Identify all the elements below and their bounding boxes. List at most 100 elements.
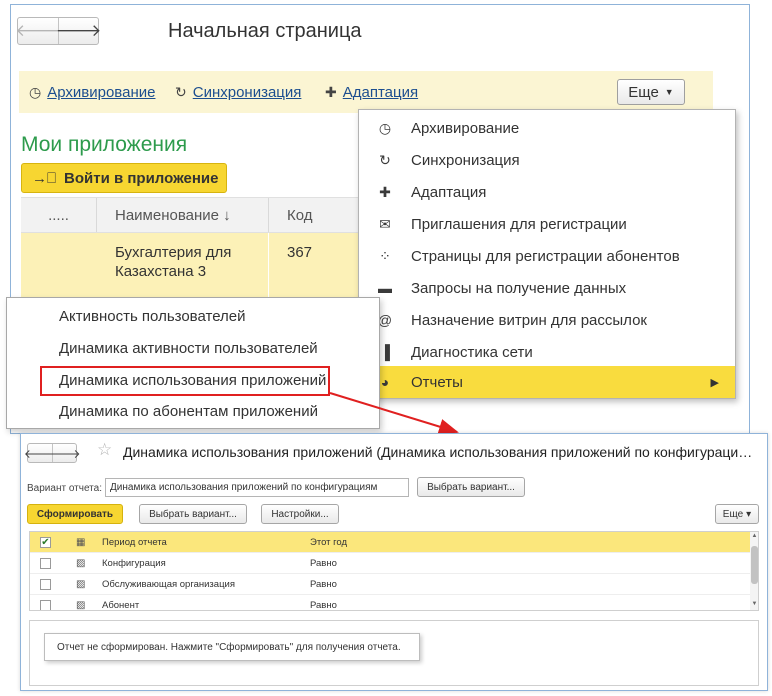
- submenu-item-subscriber-dynamics[interactable]: Динамика по абонентам приложений: [59, 403, 318, 420]
- report-more-button[interactable]: Еще ▾: [715, 504, 759, 524]
- table-row[interactable]: ▨ Конфигурация Равно: [30, 553, 752, 574]
- favorite-star-icon[interactable]: ☆: [97, 440, 112, 460]
- setting-name: Конфигурация: [102, 557, 166, 569]
- envelope-icon: ✉: [379, 215, 391, 232]
- report-nav-buttons: 🡐 🡒: [24, 443, 81, 463]
- table-row[interactable]: ✔ ▦ Период отчета Этот год: [30, 532, 752, 553]
- table-row[interactable]: ▨ Абонент Равно: [30, 595, 752, 611]
- menu-item-label: Диагностика сети: [411, 343, 533, 361]
- more-dropdown-menu: ◷ Архивирование ↻ Синхронизация ✚ Адапта…: [358, 109, 736, 399]
- report-window: 🡐 🡒 ☆ Динамика использования приложений …: [20, 433, 768, 691]
- filter-icon: ▨: [76, 599, 86, 611]
- column-header-code[interactable]: Код: [269, 198, 361, 232]
- arrow-right-icon: 🡒: [55, 21, 102, 40]
- sync-link-label: Синхронизация: [192, 84, 302, 101]
- column-header-name[interactable]: Наименование ↓: [97, 198, 269, 232]
- command-bar: ◷ Архивирование ↻ Синхронизация ✚ Адапта…: [19, 71, 713, 113]
- setting-name: Обслуживающая организация: [102, 578, 235, 590]
- setting-name: Абонент: [102, 599, 140, 611]
- chat-icon: ▬: [378, 280, 392, 296]
- column-header-marker[interactable]: .....: [21, 198, 97, 232]
- menu-item-adaptation[interactable]: ✚ Адаптация: [359, 176, 735, 208]
- table-row[interactable]: ▨ Обслуживающая организация Равно: [30, 574, 752, 595]
- submenu-arrow-icon: ▶: [710, 376, 719, 389]
- puzzle-icon: ✚: [379, 183, 391, 200]
- adaptation-link-label: Адаптация: [342, 84, 419, 101]
- setting-value[interactable]: Равно: [310, 600, 337, 611]
- row-name-cell: Бухгалтерия для Казахстана 3: [97, 233, 269, 303]
- table-header: ..... Наименование ↓ Код: [21, 197, 361, 233]
- menu-item-network-diagnostics[interactable]: ▐ Диагностика сети: [359, 336, 735, 368]
- scrollbar[interactable]: ▲ ▼: [750, 532, 758, 610]
- puzzle-icon: ✚: [325, 84, 337, 100]
- menu-item-reports[interactable]: ◕ Отчеты ▶: [359, 366, 735, 398]
- calendar-icon: ▦: [76, 536, 86, 548]
- chevron-down-icon: ▼: [664, 87, 674, 97]
- submenu-item-user-activity[interactable]: Активность пользователей: [59, 308, 246, 325]
- table-row[interactable]: Бухгалтерия для Казахстана 3 367: [21, 233, 361, 303]
- report-result-area: Отчет не сформирован. Нажмите "Сформиров…: [29, 620, 759, 686]
- report-more-label: Еще: [722, 508, 744, 520]
- back-button[interactable]: 🡐: [15, 18, 61, 44]
- row-marker-cell: [21, 233, 97, 303]
- sync-link[interactable]: ↻ Синхронизация: [175, 84, 301, 101]
- setting-value[interactable]: Этот год: [310, 537, 347, 548]
- variant-label: Вариант отчета:: [27, 483, 102, 494]
- checkbox[interactable]: [40, 557, 51, 569]
- section-title: Мои приложения: [21, 133, 188, 156]
- adaptation-link[interactable]: ✚ Адаптация: [325, 84, 418, 101]
- scroll-down-icon[interactable]: ▼: [750, 601, 758, 607]
- menu-item-label: Адаптация: [411, 183, 487, 201]
- chevron-down-icon: ▾: [746, 508, 752, 520]
- scroll-thumb[interactable]: [751, 546, 758, 584]
- nodes-icon: ⁘: [379, 247, 391, 264]
- choose-variant-top-button[interactable]: Выбрать вариант...: [417, 477, 525, 497]
- checkbox[interactable]: [40, 599, 51, 610]
- arrow-right-icon: 🡒: [48, 446, 81, 461]
- enter-app-button[interactable]: →⎕ Войти в приложение: [21, 163, 227, 193]
- submenu-item-user-activity-dynamics[interactable]: Динамика активности пользователей: [59, 340, 318, 357]
- menu-item-sync[interactable]: ↻ Синхронизация: [359, 144, 735, 176]
- more-button[interactable]: Еще ▼: [617, 79, 685, 105]
- report-notice: Отчет не сформирован. Нажмите "Сформиров…: [44, 633, 420, 661]
- menu-item-label: Страницы для регистрации абонентов: [411, 247, 680, 265]
- enter-app-label: Войти в приложение: [64, 169, 219, 187]
- refresh-icon: ↻: [175, 84, 187, 100]
- menu-item-label: Запросы на получение данных: [411, 279, 627, 297]
- apps-table: ..... Наименование ↓ Код Бухгалтерия для…: [21, 197, 361, 303]
- setting-value[interactable]: Равно: [310, 558, 337, 569]
- menu-item-label: Архивирование: [411, 119, 520, 137]
- menu-item-invitations[interactable]: ✉ Приглашения для регистрации: [359, 208, 735, 240]
- archiving-link[interactable]: ◷ Архивирование: [29, 84, 155, 101]
- reports-submenu: Активность пользователей Динамика активн…: [6, 297, 380, 429]
- menu-item-showcases[interactable]: @ Назначение витрин для рассылок: [359, 304, 735, 336]
- clock-icon: ◷: [378, 119, 392, 136]
- nav-buttons: 🡐 🡒: [15, 17, 101, 45]
- forward-button[interactable]: 🡒: [56, 18, 101, 44]
- report-forward-button[interactable]: 🡒: [48, 444, 81, 462]
- generate-button[interactable]: Сформировать: [27, 504, 123, 524]
- menu-item-label: Синхронизация: [411, 151, 520, 169]
- variant-field[interactable]: Динамика использования приложений по кон…: [105, 478, 409, 497]
- row-code-cell: 367: [287, 244, 313, 261]
- scroll-up-icon[interactable]: ▲: [750, 533, 758, 539]
- arrow-left-icon: 🡐: [15, 21, 61, 40]
- setting-name: Период отчета: [102, 536, 167, 548]
- page-title: Начальная страница: [168, 20, 362, 42]
- menu-item-data-requests[interactable]: ▬ Запросы на получение данных: [359, 272, 735, 304]
- menu-item-label: Назначение витрин для рассылок: [411, 311, 647, 329]
- report-title: Динамика использования приложений (Динам…: [123, 444, 757, 460]
- settings-table: ✔ ▦ Период отчета Этот год ▨ Конфигураци…: [29, 531, 759, 611]
- filter-icon: ▨: [76, 557, 86, 569]
- clock-icon: ◷: [29, 84, 42, 100]
- checkbox[interactable]: ✔: [40, 536, 51, 548]
- login-icon: →⎕: [32, 169, 57, 187]
- menu-item-archiving[interactable]: ◷ Архивирование: [359, 112, 735, 144]
- settings-button[interactable]: Настройки...: [261, 504, 339, 524]
- setting-value[interactable]: Равно: [310, 579, 337, 590]
- menu-item-label: Приглашения для регистрации: [411, 215, 627, 233]
- menu-item-registration-pages[interactable]: ⁘ Страницы для регистрации абонентов: [359, 240, 735, 272]
- choose-variant-button[interactable]: Выбрать вариант...: [139, 504, 247, 524]
- checkbox[interactable]: [40, 578, 51, 590]
- menu-item-label: Отчеты: [411, 373, 463, 391]
